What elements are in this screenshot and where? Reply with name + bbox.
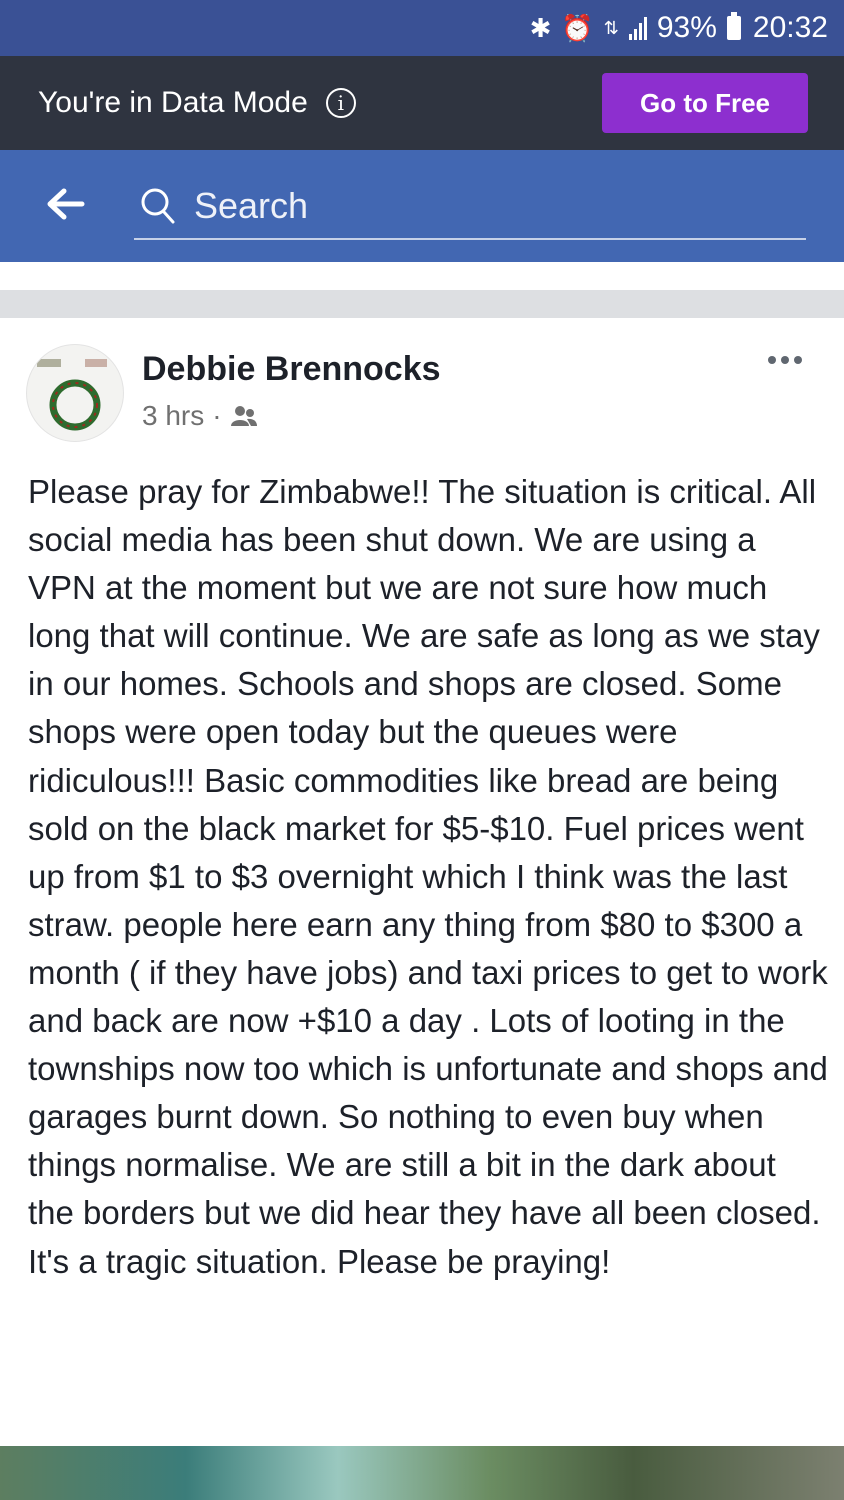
alarm-icon: ⏰ [561,13,594,43]
clock: 20:32 [752,11,828,44]
post-body: Please pray for Zimbabwe!! The situation… [28,473,828,1280]
meta-separator: · [212,400,222,431]
post: Debbie Brennocks 3 hrs · Please pray for… [0,318,844,1448]
bluetooth-icon: ✱ [529,13,552,43]
data-mode-banner: You're in Data Mode i Go to Free [0,56,844,150]
wreath-logo-icon [37,359,107,431]
feed-separator [0,290,844,318]
search-header: Search [0,150,844,262]
post-image[interactable] [0,1446,844,1500]
info-icon[interactable]: i [325,88,356,118]
divider [0,262,844,290]
battery-icon [726,12,741,40]
search-input[interactable]: Search [134,174,806,240]
signal-icon [628,16,647,40]
post-meta: 3 hrs · [142,400,258,432]
back-arrow-icon[interactable] [44,182,86,226]
go-to-free-button[interactable]: Go to Free [602,73,808,133]
status-bar: ✱ ⏰ ⇅ 93% 20:32 [0,0,844,56]
post-time[interactable]: 3 hrs [142,400,204,432]
friends-icon [230,406,257,426]
data-icon: ⇅ [603,18,619,38]
data-mode-message: You're in Data Mode [38,86,308,119]
more-options-icon[interactable] [768,356,802,364]
post-author[interactable]: Debbie Brennocks [142,350,441,389]
battery-percent: 93% [656,11,717,44]
search-icon [141,188,175,224]
search-placeholder: Search [194,185,309,226]
avatar[interactable] [26,344,124,442]
